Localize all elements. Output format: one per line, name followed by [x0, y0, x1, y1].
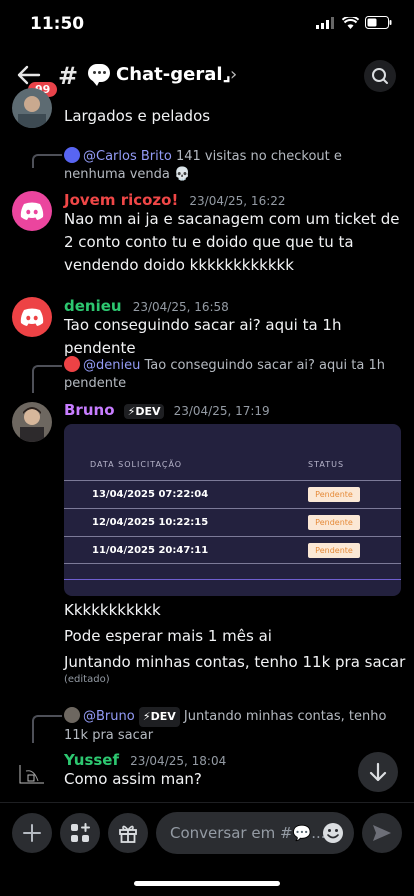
role-tag[interactable]: ⚡DEV [123, 404, 165, 419]
table-row: 12/04/2025 10:22:15 Pendente [64, 508, 401, 536]
search-icon [372, 68, 388, 84]
avatar[interactable] [12, 191, 52, 231]
row-date: 11/04/2025 20:47:11 [92, 545, 209, 556]
message-text: Pode esperar mais 1 mês ai [64, 627, 272, 645]
battery-icon [365, 16, 392, 29]
column-header-date: DATA SOLICITAÇÃO [90, 460, 183, 469]
reply-author[interactable]: @denieu [83, 358, 140, 373]
message-header: Jovem ricozo! 23/04/25, 16:22 [64, 190, 286, 209]
message-text: Kkkkkkkkkkk [64, 601, 161, 619]
channel-hash-icon: # [58, 62, 79, 90]
row-date: 13/04/2025 07:22:04 [92, 489, 209, 500]
message-input[interactable]: Conversar em #💬... [156, 812, 354, 854]
discord-logo-icon [20, 202, 44, 220]
avatar[interactable] [12, 88, 52, 128]
send-icon [373, 825, 391, 841]
status-badge: Pendente [308, 515, 360, 530]
timestamp: 23/04/25, 16:58 [132, 300, 229, 314]
author-name[interactable]: denieu [64, 297, 122, 315]
status-icons [316, 16, 392, 29]
message-input-placeholder: Conversar em #💬... [170, 824, 326, 842]
reply-author[interactable]: @Bruno [83, 709, 135, 724]
reply-connector [32, 154, 62, 168]
reply-author[interactable]: @Carlos Brito [83, 149, 172, 164]
reply-connector [32, 715, 62, 743]
channel-title[interactable]: Chat-geral⌟ [116, 64, 231, 85]
table-row: 11/04/2025 20:47:11 Pendente [64, 536, 401, 564]
apps-icon [71, 823, 90, 842]
add-attachment-button[interactable] [12, 813, 52, 853]
message-header: Bruno ⚡DEV 23/04/25, 17:19 [64, 400, 270, 419]
role-tag: ⚡DEV [138, 707, 180, 727]
plus-icon [23, 824, 41, 842]
apps-button[interactable] [60, 813, 100, 853]
message-text: Como assim man? [64, 770, 202, 788]
timestamp: 23/04/25, 16:22 [189, 194, 286, 208]
message-text: Tao conseguindo sacar ai? aqui ta 1h pen… [64, 316, 342, 357]
avatar[interactable] [12, 751, 52, 791]
arrow-down-icon [369, 762, 387, 782]
avatar[interactable] [12, 402, 52, 442]
send-button[interactable] [362, 813, 402, 853]
discord-logo-icon [64, 147, 80, 163]
avatar[interactable] [12, 297, 52, 337]
status-time: 11:50 [30, 14, 85, 34]
message-text: Nao mn ai ja e sacanagem com um ticket d… [64, 210, 400, 274]
status-badge: Pendente [308, 487, 360, 502]
signal-icon [316, 16, 334, 29]
message-text: Largados e pelados [64, 107, 211, 125]
chevron-right-icon[interactable]: › [230, 64, 237, 85]
avatar [64, 707, 80, 723]
divider [64, 579, 401, 580]
wifi-icon [342, 16, 359, 29]
reply-connector [32, 365, 62, 393]
reply-preview[interactable]: @Carlos Brito 141 visitas no checkout e … [64, 147, 400, 184]
edited-label: (editado) [64, 674, 110, 685]
message-text: Juntando minhas contas, tenho 11k pra sa… [64, 653, 406, 671]
message-header: denieu 23/04/25, 16:58 [64, 296, 229, 315]
table-row: 13/04/2025 07:22:04 Pendente [64, 480, 401, 508]
author-name[interactable]: Yussef [64, 751, 119, 769]
image-attachment[interactable]: DATA SOLICITAÇÃO STATUS 13/04/2025 07:22… [64, 424, 401, 596]
reply-preview[interactable]: @Bruno ⚡DEV Juntando minhas contas, tenh… [64, 707, 400, 745]
author-name[interactable]: Jovem ricozo! [64, 191, 178, 209]
home-indicator [134, 881, 280, 886]
search-button[interactable] [364, 60, 396, 92]
author-name[interactable]: Bruno [64, 401, 115, 419]
scroll-to-bottom-button[interactable] [358, 752, 398, 792]
timestamp: 23/04/25, 18:04 [130, 754, 227, 768]
timestamp: 23/04/25, 17:19 [173, 404, 270, 418]
emoji-icon[interactable] [322, 822, 344, 844]
row-date: 12/04/2025 10:22:15 [92, 517, 209, 528]
speech-bubble-icon [88, 64, 110, 86]
column-header-status: STATUS [308, 460, 345, 469]
discord-logo-icon [20, 308, 44, 326]
reply-preview[interactable]: @denieu Tao conseguindo sacar ai? aqui t… [64, 356, 400, 393]
status-badge: Pendente [308, 543, 360, 558]
discord-logo-icon [64, 356, 80, 372]
gift-button[interactable] [108, 813, 148, 853]
message-header: Yussef 23/04/25, 18:04 [64, 750, 226, 769]
gift-icon [119, 825, 137, 843]
